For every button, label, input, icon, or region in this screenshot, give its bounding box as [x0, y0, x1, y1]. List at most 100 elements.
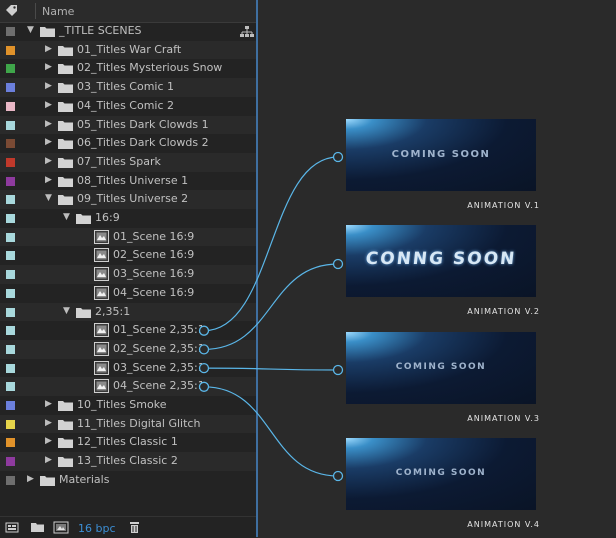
- item-name: 02_Titles Mysterious Snow: [77, 61, 223, 75]
- label-color-swatch[interactable]: [6, 64, 15, 74]
- label-color-swatch[interactable]: [6, 101, 15, 111]
- project-panel: Name ▼ _TITLE SCENES ▶ 01_Titles War Craft ▶…: [0, 0, 258, 538]
- label-color-swatch[interactable]: [6, 307, 15, 317]
- expand-triangle-closed-icon[interactable]: ▶: [27, 474, 34, 484]
- composition-icon: [94, 379, 109, 394]
- expand-triangle-closed-icon[interactable]: ▶: [45, 156, 52, 166]
- composition-item[interactable]: 03_Scene 16:9: [0, 265, 256, 284]
- folder-item[interactable]: ▼ 2,35:1: [0, 302, 256, 322]
- label-color-swatch[interactable]: [6, 382, 15, 392]
- item-name: 05_Titles Dark Clowds 1: [77, 117, 209, 131]
- expand-triangle-open-icon[interactable]: ▼: [27, 25, 34, 35]
- expand-triangle-open-icon[interactable]: ▼: [63, 212, 70, 222]
- connector-node: [332, 151, 344, 163]
- label-color-swatch[interactable]: [6, 157, 15, 167]
- label-color-swatch[interactable]: [6, 139, 15, 149]
- folder-item[interactable]: ▶ 05_Titles Dark Clowds 1: [0, 115, 256, 135]
- expand-triangle-closed-icon[interactable]: ▶: [45, 62, 52, 72]
- folder-icon: [40, 27, 55, 37]
- expand-triangle-closed-icon[interactable]: ▶: [45, 137, 52, 147]
- item-name: _TITLE SCENES: [59, 24, 142, 37]
- folder-item[interactable]: ▶ 07_Titles Spark: [0, 152, 256, 172]
- folder-item[interactable]: ▶ 08_Titles Universe 1: [0, 172, 256, 191]
- folder-item[interactable]: ▶ 12_Titles Classic 1: [0, 433, 256, 452]
- label-color-swatch[interactable]: [6, 363, 15, 373]
- label-color-swatch[interactable]: [6, 288, 15, 298]
- expand-triangle-closed-icon[interactable]: ▶: [45, 119, 52, 129]
- label-color-swatch[interactable]: [6, 270, 15, 280]
- item-name: 02_Scene 2,35:1: [113, 341, 205, 355]
- folder-item[interactable]: ▼ 09_Titles Universe 2: [0, 190, 256, 209]
- interpret-footage-icon[interactable]: [5, 521, 21, 534]
- item-name: 03_Titles Comic 1: [77, 80, 175, 94]
- new-folder-icon[interactable]: [30, 521, 45, 533]
- label-color-swatch[interactable]: [6, 326, 15, 336]
- composition-item[interactable]: 04_Scene 16:9: [0, 284, 256, 303]
- expand-triangle-closed-icon[interactable]: ▶: [45, 455, 52, 465]
- animation-caption: ANIMATION V.2: [467, 307, 540, 316]
- folder-item[interactable]: ▶ 06_Titles Dark Clowds 2: [0, 134, 256, 153]
- label-color-swatch[interactable]: [6, 251, 15, 261]
- folder-item[interactable]: ▼ _TITLE SCENES: [0, 22, 256, 41]
- folder-item[interactable]: ▶ 13_Titles Classic 2: [0, 452, 256, 471]
- connector-node: [332, 364, 344, 376]
- folder-item[interactable]: ▶ 03_Titles Comic 1: [0, 78, 256, 97]
- composition-icon: [94, 360, 109, 375]
- bit-depth-button[interactable]: 16 bpc: [78, 522, 116, 535]
- folder-icon: [58, 101, 73, 112]
- label-color-swatch[interactable]: [6, 344, 15, 354]
- label-color-swatch[interactable]: [6, 45, 15, 55]
- label-color-swatch[interactable]: [6, 176, 15, 186]
- item-name: 13_Titles Classic 2: [77, 454, 178, 468]
- label-color-swatch[interactable]: [6, 419, 15, 429]
- connector-node: [332, 470, 344, 482]
- item-name: 12_Titles Classic 1: [77, 435, 178, 449]
- composition-item[interactable]: 02_Scene 2,35:1: [0, 339, 256, 359]
- folder-item[interactable]: ▶ 02_Titles Mysterious Snow: [0, 59, 256, 78]
- label-color-swatch[interactable]: [6, 83, 15, 93]
- composition-icon: [94, 229, 109, 244]
- new-composition-icon[interactable]: [53, 521, 69, 534]
- folder-icon: [58, 139, 73, 150]
- project-panel-footer: 16 bpc: [0, 516, 256, 538]
- label-color-swatch[interactable]: [6, 401, 15, 410]
- name-column-header[interactable]: Name: [42, 5, 74, 18]
- label-color-swatch[interactable]: [6, 214, 15, 223]
- label-tag-icon[interactable]: [5, 4, 18, 17]
- expand-triangle-closed-icon[interactable]: ▶: [45, 399, 52, 409]
- label-color-swatch[interactable]: [6, 195, 15, 205]
- folder-item[interactable]: ▼ 16:9: [0, 209, 256, 228]
- label-color-swatch[interactable]: [6, 457, 15, 467]
- label-color-swatch[interactable]: [6, 27, 15, 36]
- expand-triangle-open-icon[interactable]: ▼: [63, 306, 70, 316]
- folder-item[interactable]: ▶ 01_Titles War Craft: [0, 40, 256, 60]
- composition-item[interactable]: 04_Scene 2,35:1: [0, 377, 256, 396]
- folder-item[interactable]: ▶ Materials: [0, 471, 256, 490]
- expand-triangle-closed-icon[interactable]: ▶: [45, 100, 52, 110]
- composition-item[interactable]: 01_Scene 2,35:1: [0, 321, 256, 340]
- trash-icon[interactable]: [128, 521, 141, 534]
- item-name: 04_Scene 16:9: [113, 285, 195, 299]
- item-name: 11_Titles Digital Glitch: [77, 416, 201, 430]
- folder-item[interactable]: ▶ 10_Titles Smoke: [0, 396, 256, 415]
- expand-triangle-closed-icon[interactable]: ▶: [45, 44, 52, 54]
- expand-triangle-closed-icon[interactable]: ▶: [45, 175, 52, 185]
- composition-item[interactable]: 02_Scene 16:9: [0, 246, 256, 265]
- label-color-swatch[interactable]: [6, 232, 15, 242]
- column-separator[interactable]: [35, 3, 36, 19]
- composition-item[interactable]: 03_Scene 2,35:1: [0, 359, 256, 378]
- expand-triangle-closed-icon[interactable]: ▶: [45, 81, 52, 91]
- expand-triangle-closed-icon[interactable]: ▶: [45, 436, 52, 446]
- composition-item[interactable]: 01_Scene 16:9: [0, 227, 256, 247]
- animation-preview-thumbnail: CONNG SOON: [346, 225, 536, 297]
- label-color-swatch[interactable]: [6, 438, 15, 448]
- label-color-swatch[interactable]: [6, 475, 15, 485]
- folder-item[interactable]: ▶ 04_Titles Comic 2: [0, 97, 256, 116]
- item-name: 07_Titles Spark: [77, 154, 161, 168]
- folder-icon: [58, 176, 73, 187]
- item-name: 08_Titles Universe 1: [77, 173, 189, 187]
- label-color-swatch[interactable]: [6, 120, 15, 130]
- expand-triangle-closed-icon[interactable]: ▶: [45, 418, 52, 428]
- folder-item[interactable]: ▶ 11_Titles Digital Glitch: [0, 414, 256, 434]
- expand-triangle-open-icon[interactable]: ▼: [45, 193, 52, 203]
